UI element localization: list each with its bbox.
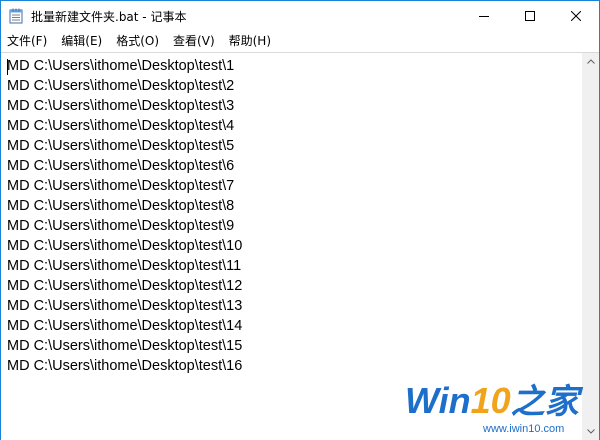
editor-line: MD C:\Users\ithome\Desktop\test\2	[7, 78, 235, 94]
menu-file[interactable]: 文件(F)	[1, 31, 54, 51]
scroll-up-arrow-icon	[586, 59, 595, 64]
editor-line: MD C:\Users\ithome\Desktop\test\9	[7, 218, 235, 234]
site-watermark: Win10之家 www.iwin10.com	[405, 381, 595, 437]
editor-content[interactable]: MD C:\Users\ithome\Desktop\test\1 MD C:\…	[7, 56, 242, 376]
editor-line: MD C:\Users\ithome\Desktop\test\15	[7, 338, 243, 354]
menu-view[interactable]: 查看(V)	[166, 31, 222, 51]
editor-line: MD C:\Users\ithome\Desktop\test\13	[7, 298, 243, 314]
editor-line: MD C:\Users\ithome\Desktop\test\3	[7, 98, 235, 114]
editor-line: MD C:\Users\ithome\Desktop\test\4	[7, 118, 235, 134]
editor-line: MD C:\Users\ithome\Desktop\test\8	[7, 198, 235, 214]
minimize-button[interactable]	[461, 1, 507, 31]
watermark-brand-ten: 10	[470, 380, 511, 421]
watermark-brand-suffix: 之家	[510, 383, 579, 421]
editor-line: MD C:\Users\ithome\Desktop\test\11	[7, 258, 242, 274]
editor-line: MD C:\Users\ithome\Desktop\test\1	[7, 58, 235, 74]
editor-line: MD C:\Users\ithome\Desktop\test\16	[7, 358, 243, 374]
maximize-icon	[525, 11, 535, 21]
close-button[interactable]	[553, 1, 599, 31]
editor-line: MD C:\Users\ithome\Desktop\test\12	[7, 278, 243, 294]
menu-edit[interactable]: 编辑(E)	[54, 31, 109, 51]
editor-line: MD C:\Users\ithome\Desktop\test\6	[7, 158, 235, 174]
notepad-icon[interactable]	[9, 8, 23, 24]
watermark-brand-win: Win	[405, 380, 471, 421]
editor-line: MD C:\Users\ithome\Desktop\test\14	[7, 318, 243, 334]
minimize-icon	[479, 16, 489, 17]
maximize-button[interactable]	[507, 1, 553, 31]
menu-help[interactable]: 帮助(H)	[222, 31, 278, 51]
menu-bar: 文件(F) 编辑(E) 格式(O) 查看(V) 帮助(H)	[1, 31, 599, 51]
watermark-logo: Win10之家	[405, 381, 579, 422]
editor-line: MD C:\Users\ithome\Desktop\test\10	[7, 238, 243, 254]
watermark-url: www.iwin10.com	[483, 423, 565, 435]
window-title: 批量新建文件夹.bat - 记事本	[31, 10, 187, 24]
notepad-window: 批量新建文件夹.bat - 记事本 文件(F) 编辑(E) 格式(O) 查看(V…	[0, 0, 600, 440]
menu-format[interactable]: 格式(O)	[109, 31, 166, 51]
scroll-up-button[interactable]	[582, 53, 599, 70]
editor-line: MD C:\Users\ithome\Desktop\test\5	[7, 138, 235, 154]
editor-line: MD C:\Users\ithome\Desktop\test\7	[7, 178, 235, 194]
title-bar[interactable]: 批量新建文件夹.bat - 记事本	[1, 1, 599, 31]
close-icon	[571, 11, 581, 21]
